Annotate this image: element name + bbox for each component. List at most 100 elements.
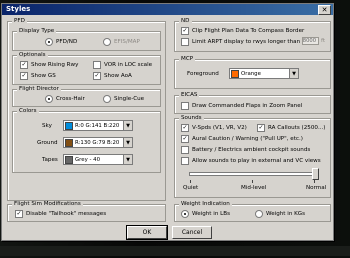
sky-color-select[interactable]: R:0 G:141 B:220 ▼ [63, 120, 133, 131]
sky-label: Sky [42, 123, 52, 129]
styles-dialog: Styles ✕ PFD Display Type PFD/ND EFIS/MA… [1, 3, 334, 241]
sounds-legend: Sounds [179, 115, 204, 122]
eicas-group: EICAS Draw Commanded Flaps in Zoom Panel [174, 92, 331, 114]
close-button[interactable]: ✕ [318, 5, 331, 15]
weight-group: Weight Indication Weight in LBs Weight i… [174, 201, 331, 222]
checkbox[interactable]: ✓ [93, 72, 101, 80]
sim-mods-legend: Flight Sim Modifications [12, 201, 83, 208]
title-bar: Styles ✕ [2, 4, 333, 15]
checkbox-label: V-Spds (V1, VR, V2) [192, 125, 247, 131]
checkbox[interactable] [181, 157, 189, 165]
checkbox-show-aoa[interactable]: ✓ Show AoA [93, 72, 132, 80]
tapes-color-select[interactable]: Grey - 40 ▼ [63, 154, 133, 165]
color-swatch [65, 121, 73, 130]
optionals-group: Optionals ✓ Show Rising Rwy VOR in LOC s… [12, 52, 161, 85]
checkbox[interactable]: ✓ [20, 72, 28, 80]
flight-director-group: Flight Director Cross-Hair Single-Cue [12, 86, 161, 107]
window-title: Styles [6, 5, 31, 13]
weight-legend: Weight Indication [179, 201, 232, 208]
ok-button[interactable]: OK [126, 225, 168, 240]
flight-director-legend: Flight Director [17, 86, 61, 93]
checkbox[interactable] [181, 102, 189, 110]
checkbox-show-rising-rwy[interactable]: ✓ Show Rising Rwy [20, 61, 78, 69]
ground-label: Ground [37, 140, 58, 146]
checkbox[interactable]: ✓ [15, 210, 23, 218]
mcp-legend: MCP [179, 56, 196, 63]
checkbox-limit-arpt[interactable]: Limit ARPT display to rwys longer than [181, 38, 300, 46]
checkbox-aural-caution[interactable]: ✓ Aural Caution / Warning ("Pull UP", et… [181, 135, 303, 143]
radio-weight-kgs[interactable]: Weight in KGs [255, 210, 305, 218]
slider-tick [252, 180, 253, 183]
display-type-group: Display Type PFD/ND EFIS/MAP [12, 28, 161, 51]
checkbox-label: VOR in LOC scale [104, 62, 153, 68]
radio-button[interactable] [255, 210, 263, 218]
display-type-legend: Display Type [17, 28, 57, 35]
sim-mods-group: Flight Sim Modifications ✓ Disable "Tail… [7, 201, 166, 222]
checkbox-label: Battery / Electrics ambient cockpit soun… [192, 147, 311, 153]
foreground-label: Foreground [187, 71, 219, 77]
chevron-down-icon[interactable]: ▼ [123, 155, 132, 164]
colors-legend: Colors [17, 108, 39, 115]
chevron-down-icon[interactable]: ▼ [123, 121, 132, 130]
radio-weight-lbs[interactable]: Weight in LBs [181, 210, 230, 218]
chevron-down-icon[interactable]: ▼ [289, 69, 298, 78]
radio-button[interactable] [181, 210, 189, 218]
radio-button [103, 38, 111, 46]
radio-cross-hair[interactable]: Cross-Hair [45, 95, 85, 103]
runway-length-input[interactable]: 8000 [302, 37, 319, 45]
tapes-label: Tapes [42, 157, 58, 163]
colors-group: Colors Sky R:0 G:141 B:220 ▼ Ground R:13… [12, 108, 161, 173]
checkbox[interactable] [181, 146, 189, 154]
volume-slider-thumb[interactable] [312, 168, 319, 180]
mcp-foreground-select[interactable]: Orange ▼ [229, 68, 299, 79]
checkbox-label: Disable "Tailhook" messages [26, 211, 107, 217]
checkbox-label: Show AoA [104, 73, 132, 79]
color-swatch [231, 69, 239, 78]
select-value: R:130 G:79 B:20 [75, 139, 120, 146]
radio-single-cue[interactable]: Single-Cue [103, 95, 144, 103]
ground-color-select[interactable]: R:130 G:79 B:20 ▼ [63, 137, 133, 148]
pfd-legend: PFD [12, 18, 27, 25]
radio-button[interactable] [103, 95, 111, 103]
radio-label: Weight in KGs [266, 211, 306, 217]
radio-button[interactable] [45, 95, 53, 103]
volume-label-mid: Mid-level [241, 185, 267, 191]
checkbox[interactable]: ✓ [181, 124, 189, 132]
checkbox-clip-flight-plan[interactable]: ✓ Clip Flight Plan Data To Compass Borde… [181, 27, 304, 35]
checkbox-v-spds[interactable]: ✓ V-Spds (V1, VR, V2) [181, 124, 247, 132]
checkbox-disable-tailhook[interactable]: ✓ Disable "Tailhook" messages [15, 210, 106, 218]
checkbox[interactable]: ✓ [181, 27, 189, 35]
checkbox-label: Show Rising Rwy [31, 62, 79, 68]
checkbox[interactable]: ✓ [20, 61, 28, 69]
checkbox[interactable] [93, 61, 101, 69]
nd-legend: ND [179, 18, 192, 25]
cancel-button[interactable]: Cancel [172, 226, 212, 239]
checkbox-label: Clip Flight Plan Data To Compass Border [192, 28, 305, 34]
pfd-group: PFD Display Type PFD/ND EFIS/MAP Optiona… [7, 18, 166, 201]
checkbox[interactable]: ✓ [257, 124, 265, 132]
checkbox-label: Limit ARPT display to rwys longer than [192, 39, 301, 45]
chevron-down-icon[interactable]: ▼ [123, 138, 132, 147]
checkbox-ra-callouts[interactable]: ✓ RA Callouts (2500...) [257, 124, 326, 132]
volume-label-normal: Normal [306, 185, 327, 191]
checkbox-allow-external-sounds[interactable]: Allow sounds to play in external and VC … [181, 157, 321, 165]
checkbox-show-gs[interactable]: ✓ Show GS [20, 72, 56, 80]
checkbox-battery-electrics[interactable]: Battery / Electrics ambient cockpit soun… [181, 146, 310, 154]
radio-button[interactable] [45, 38, 53, 46]
slider-tick [190, 180, 191, 183]
checkbox[interactable] [181, 38, 189, 46]
radio-label: Single-Cue [114, 96, 145, 102]
checkbox-vor-in-loc[interactable]: VOR in LOC scale [93, 61, 152, 69]
volume-slider-track[interactable] [189, 172, 317, 176]
checkbox-label: RA Callouts (2500...) [268, 125, 326, 131]
radio-pfd-nd[interactable]: PFD/ND [45, 38, 77, 46]
optionals-legend: Optionals [17, 52, 48, 59]
checkbox-label: Show GS [31, 73, 56, 79]
volume-label-quiet: Quiet [183, 185, 199, 191]
radio-label: EFIS/MAP [114, 39, 140, 45]
select-value: Grey - 40 [75, 156, 101, 163]
checkbox[interactable]: ✓ [181, 135, 189, 143]
radio-label: Cross-Hair [56, 96, 85, 102]
radio-label: PFD/ND [56, 39, 78, 45]
checkbox-draw-flaps[interactable]: Draw Commanded Flaps in Zoom Panel [181, 102, 302, 110]
